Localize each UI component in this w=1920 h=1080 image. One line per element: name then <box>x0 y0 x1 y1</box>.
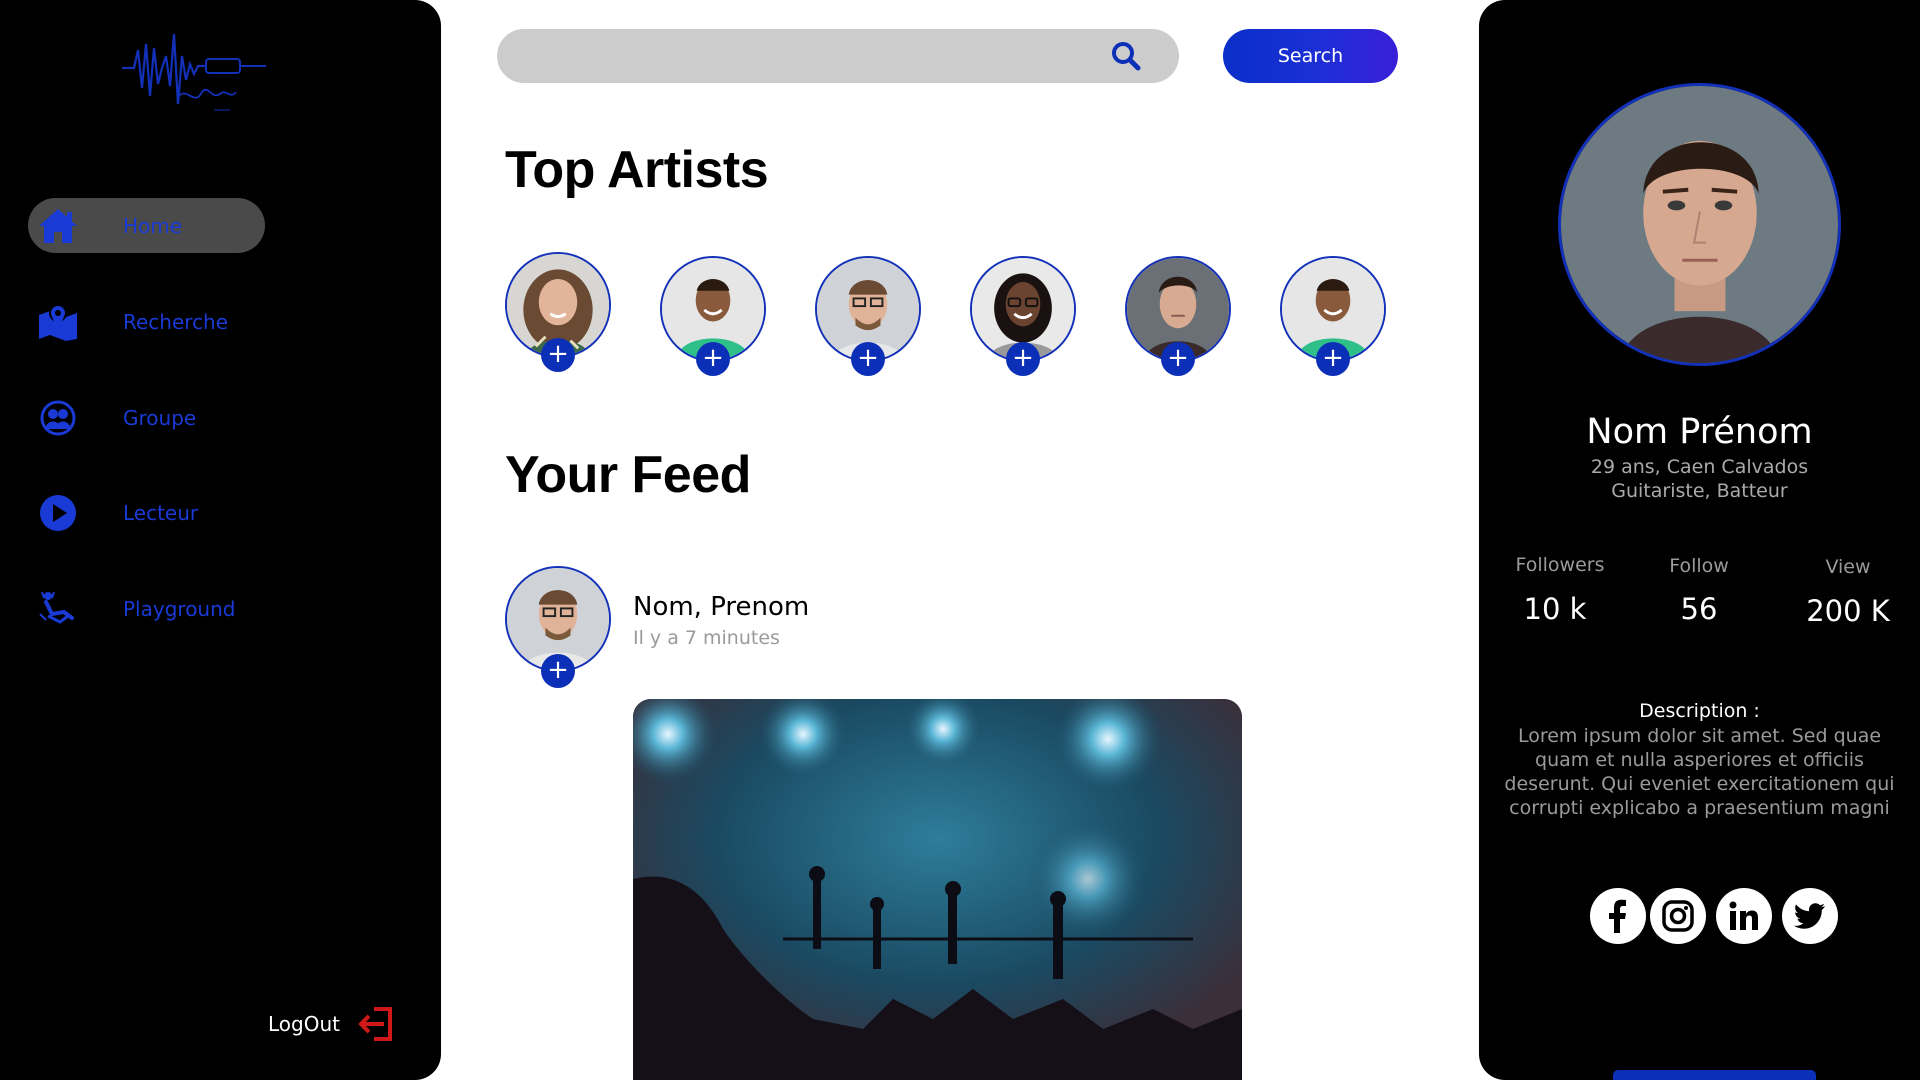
description-line: corrupti explicabo a praesentium magni <box>1509 797 1890 819</box>
sidebar-item-label: Lecteur <box>123 500 199 525</box>
wave-studio-logo[interactable] <box>120 26 270 116</box>
add-artist-button[interactable]: + <box>1161 342 1195 376</box>
sidebar-item-lecteur[interactable]: Lecteur <box>28 485 265 540</box>
artist-avatar[interactable]: + <box>660 256 766 376</box>
search-button[interactable]: Search <box>1223 29 1398 83</box>
sidebar-item-label: Playground <box>123 596 236 621</box>
stat-view-label: View <box>1825 556 1871 578</box>
map-pin-icon <box>36 300 80 344</box>
post-author-avatar[interactable]: + <box>505 566 611 688</box>
description-line: Lorem ipsum dolor sit amet. Sed quae <box>1517 725 1882 747</box>
sidebar-item-label: Recherche <box>123 309 229 334</box>
search-input[interactable] <box>497 29 1179 83</box>
stat-followers-label: Followers <box>1515 554 1605 576</box>
swing-icon <box>36 587 80 631</box>
top-artists-title: Top Artists <box>505 141 769 199</box>
scroll-indicator <box>1613 1070 1816 1080</box>
logout-icon <box>358 1007 392 1041</box>
sidebar-item-home[interactable]: Home <box>28 198 265 253</box>
sidebar-item-label: Home <box>123 213 183 238</box>
artist-avatar[interactable]: + <box>1280 256 1386 376</box>
logout-button[interactable]: LogOut <box>268 1006 396 1042</box>
profile-panel: Nom Prénom 29 ans, Caen Calvados Guitari… <box>1479 0 1920 1080</box>
search-icon[interactable] <box>1111 41 1141 71</box>
profile-name: Nom Prénom <box>1586 412 1813 452</box>
instagram-icon[interactable] <box>1650 888 1706 944</box>
description-line: quam et nulla asperiores et officiis <box>1535 749 1864 771</box>
stat-view-value: 200 K <box>1806 594 1890 628</box>
sidebar-item-groupe[interactable]: Groupe <box>28 390 265 445</box>
play-icon <box>36 491 80 535</box>
add-artist-button[interactable]: + <box>696 342 730 376</box>
sidebar-item-label: Groupe <box>123 405 197 430</box>
post-image[interactable] <box>633 699 1242 1080</box>
add-artist-button[interactable]: + <box>541 338 575 372</box>
stat-followers-value: 10 k <box>1523 592 1587 626</box>
linkedin-icon[interactable] <box>1716 888 1772 944</box>
stat-follow-value: 56 <box>1680 592 1718 626</box>
logout-label: LogOut <box>268 1012 340 1036</box>
profile-info-age-location: 29 ans, Caen Calvados <box>1590 456 1809 478</box>
artist-avatar[interactable]: + <box>970 256 1076 376</box>
stat-follow-label: Follow <box>1669 555 1729 577</box>
add-artist-button[interactable]: + <box>851 342 885 376</box>
follow-author-button[interactable]: + <box>541 654 575 688</box>
description-line: deserunt. Qui eveniet exercitationem qui <box>1504 773 1895 795</box>
post-author-name[interactable]: Nom, Prenom <box>633 592 809 622</box>
sidebar: Home Recherche Groupe Lecteur Playground… <box>0 0 441 1080</box>
profile-avatar[interactable] <box>1558 83 1841 366</box>
facebook-icon[interactable] <box>1590 888 1646 944</box>
description-title: Description : <box>1639 700 1760 722</box>
artist-avatar[interactable]: + <box>1125 256 1231 376</box>
feed-title: Your Feed <box>505 446 751 504</box>
artist-avatar[interactable]: + <box>505 252 611 372</box>
twitter-icon[interactable] <box>1782 888 1838 944</box>
add-artist-button[interactable]: + <box>1316 342 1350 376</box>
sidebar-item-recherche[interactable]: Recherche <box>28 294 265 349</box>
home-icon <box>36 204 80 248</box>
artist-avatar[interactable]: + <box>815 256 921 376</box>
profile-info-instruments: Guitariste, Batteur <box>1611 480 1788 502</box>
post-timestamp: Il y a 7 minutes <box>633 627 780 649</box>
add-artist-button[interactable]: + <box>1006 342 1040 376</box>
sidebar-item-playground[interactable]: Playground <box>28 581 265 636</box>
description-text: Lorem ipsum dolor sit amet. Sed quae qua… <box>1489 724 1910 820</box>
group-icon <box>36 396 80 440</box>
